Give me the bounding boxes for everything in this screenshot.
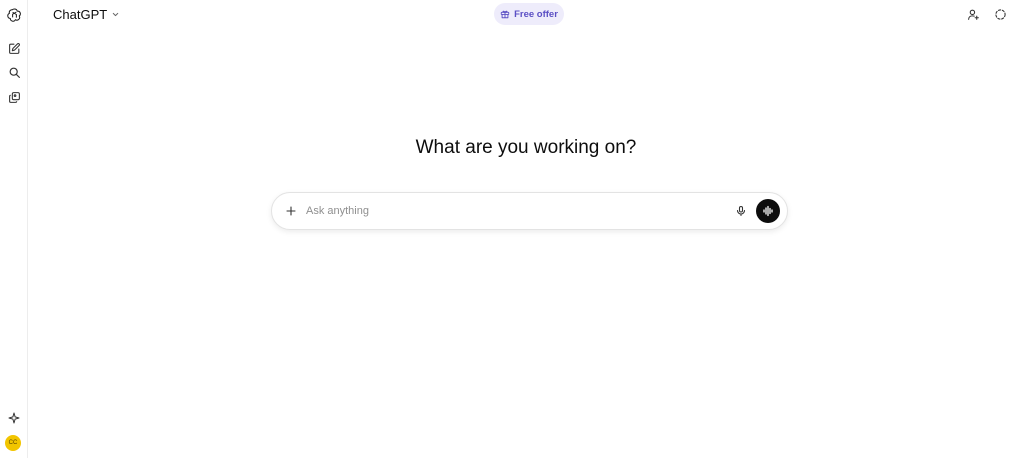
free-offer-label: Free offer — [514, 8, 558, 20]
page-title: What are you working on? — [415, 137, 637, 158]
avatar[interactable]: CC — [5, 435, 21, 451]
openai-logo-icon[interactable] — [4, 4, 24, 24]
search-icon[interactable] — [4, 62, 24, 82]
model-switcher[interactable]: ChatGPT — [47, 4, 126, 24]
model-label: ChatGPT — [53, 6, 108, 22]
prompt-input[interactable] — [306, 202, 706, 220]
new-chat-icon[interactable] — [4, 38, 24, 58]
add-people-icon[interactable] — [964, 5, 982, 23]
microphone-icon[interactable] — [732, 202, 750, 220]
app-window: CC ChatGPT Free offer What are you worki… — [0, 0, 1024, 458]
sparkle-icon[interactable] — [4, 408, 24, 428]
temporary-chat-icon[interactable] — [991, 5, 1009, 23]
attach-plus-icon[interactable] — [282, 202, 300, 220]
library-icon[interactable] — [4, 87, 24, 107]
voice-mode-button[interactable] — [756, 199, 780, 223]
composer — [271, 192, 788, 230]
chevron-down-icon — [112, 12, 119, 16]
free-offer-button[interactable]: Free offer — [494, 3, 564, 25]
sidebar-rail: CC — [0, 0, 28, 458]
gift-icon — [500, 10, 510, 19]
waveform-icon — [763, 205, 773, 217]
